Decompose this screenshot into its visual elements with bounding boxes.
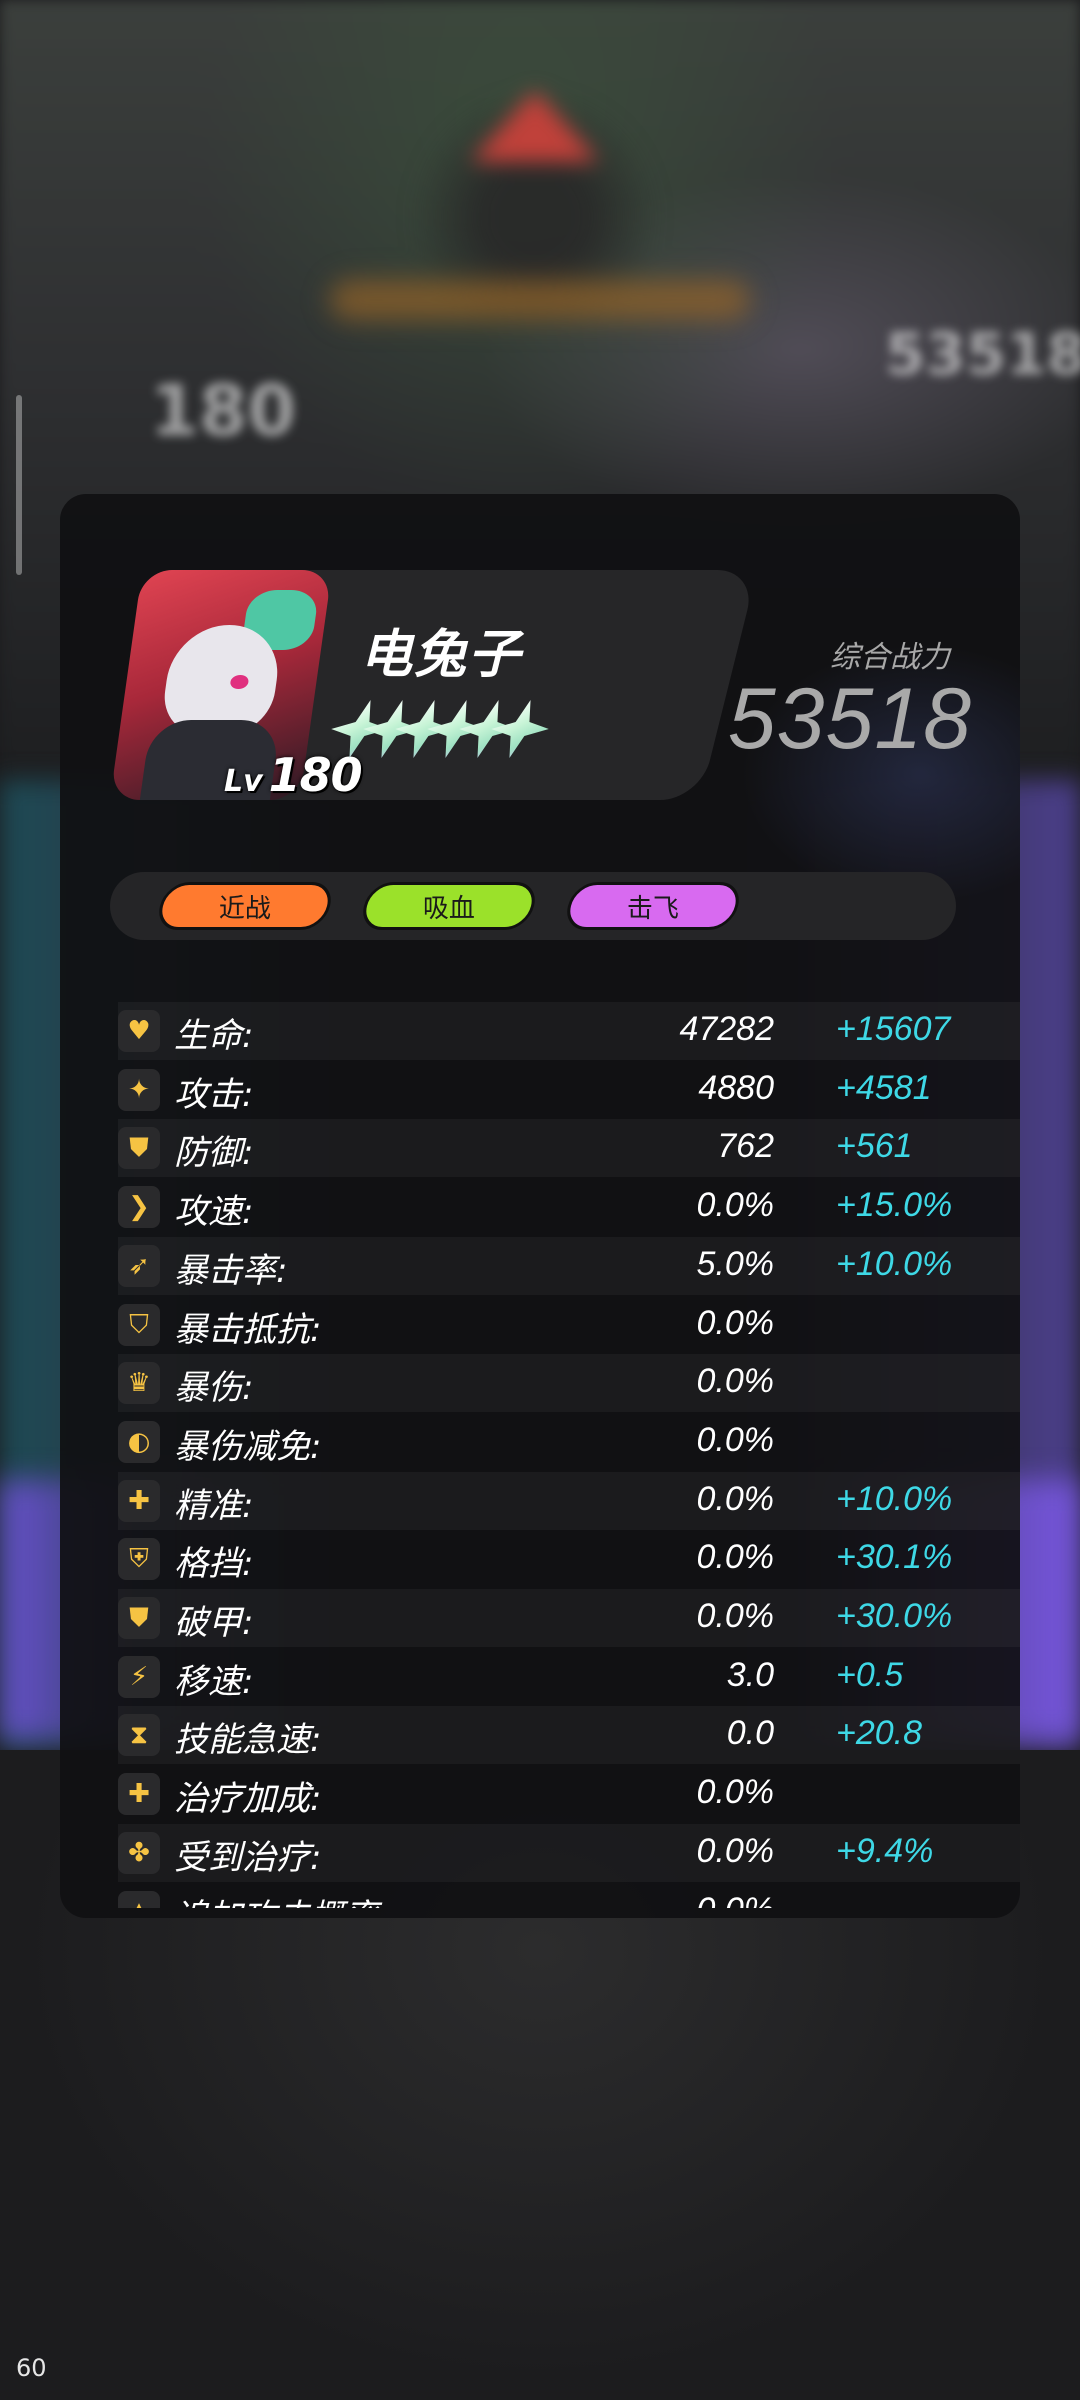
stat-label: 治疗加成: <box>174 1779 322 1819</box>
stat-row: ⚡ 移速: 3.0 +0.5 <box>118 1648 1020 1706</box>
stat-row: ➶ 暴击率: 5.0% +10.0% <box>118 1237 1020 1295</box>
background-blurred-power: 53518 <box>885 320 1080 388</box>
lightning-icon: ⚡ <box>118 1656 160 1698</box>
sparkle-icon: ✦ <box>118 1069 160 1111</box>
stat-base-value: 0.0% <box>696 1773 775 1811</box>
stat-bonus-value: +4581 <box>836 1069 932 1107</box>
stat-base-value: 0.0% <box>696 1480 775 1518</box>
stat-label: 追加攻击概率: <box>174 1889 389 1908</box>
stat-label: 格挡: <box>174 1544 254 1584</box>
background-blurred-number: 180 <box>150 370 297 452</box>
stat-row: ⛨ 格挡: 0.0% +30.1% <box>118 1530 1020 1588</box>
stat-label: 攻速: <box>174 1192 254 1232</box>
hero-star-rating <box>346 700 538 758</box>
crosshair-icon: ✚ <box>118 1480 160 1522</box>
stat-base-value: 4880 <box>698 1069 774 1107</box>
stat-base-value: 0.0% <box>696 1538 775 1576</box>
hero-level: Lv 180 <box>224 748 363 802</box>
stat-base-value: 5.0% <box>696 1245 775 1283</box>
portrait-hair <box>158 625 285 735</box>
stat-label: 技能急速: <box>174 1720 322 1760</box>
stat-label: 暴击抵抗: <box>174 1310 322 1350</box>
half-shield-icon: ◐ <box>118 1421 160 1463</box>
stat-bonus-value: +9.4% <box>836 1832 934 1870</box>
background-scrollbar <box>16 395 22 575</box>
stat-label: 攻击: <box>174 1075 254 1115</box>
tag-label: 近战 <box>218 893 271 924</box>
stat-row: ❯ 攻速: 0.0% +15.0% <box>118 1178 1020 1236</box>
stat-row: ⛉ 暴击抵抗: 0.0% <box>118 1296 1020 1354</box>
stat-bonus-value: +30.1% <box>836 1538 953 1576</box>
stat-row: ▲ 追加攻击概率: 0.0% <box>118 1883 1020 1908</box>
stat-label: 移速: <box>174 1662 254 1702</box>
stat-base-value: 0.0% <box>696 1304 775 1342</box>
stat-base-value: 0.0% <box>696 1832 775 1870</box>
level-prefix: Lv <box>224 764 263 799</box>
stat-bonus-value: +30.0% <box>836 1597 953 1635</box>
broken-shield-icon: ⛊ <box>118 1597 160 1639</box>
shield-outline-icon: ⛉ <box>118 1304 160 1346</box>
fps-counter: 60 <box>16 2354 47 2382</box>
feather-icon: ➶ <box>118 1245 160 1287</box>
stat-bonus-value: +10.0% <box>836 1480 953 1518</box>
block-shield-icon: ⛨ <box>118 1538 160 1580</box>
stat-row: ⛊ 破甲: 0.0% +30.0% <box>118 1589 1020 1647</box>
stat-bonus-value: +0.5 <box>836 1656 904 1694</box>
tag-label: 击飞 <box>626 893 679 924</box>
tag-label: 吸血 <box>422 893 475 924</box>
stat-row: ✚ 治疗加成: 0.0% <box>118 1765 1020 1823</box>
stat-label: 生命: <box>174 1016 254 1056</box>
cross-icon: ✚ <box>118 1773 160 1815</box>
stat-base-value: 0.0% <box>696 1597 775 1635</box>
stat-base-value: 0.0% <box>696 1186 775 1224</box>
stat-label: 精准: <box>174 1486 254 1526</box>
stat-base-value: 0.0 <box>726 1714 774 1752</box>
hero-name: 电兔子 <box>360 625 523 685</box>
heart-icon: ♥ <box>118 1010 160 1052</box>
stat-label: 受到治疗: <box>174 1838 322 1878</box>
stat-base-value: 762 <box>717 1127 774 1165</box>
stat-label: 防御: <box>174 1133 254 1173</box>
stat-base-value: 47282 <box>679 1010 774 1048</box>
stat-base-value: 3.0 <box>726 1656 774 1694</box>
stat-row: ⧗ 技能急速: 0.0 +20.8 <box>118 1706 1020 1764</box>
stat-bonus-value: +20.8 <box>836 1714 923 1752</box>
background-emblem <box>410 90 660 320</box>
hourglass-icon: ⧗ <box>118 1714 160 1756</box>
stats-list[interactable]: ♥ 生命: 47282 +15607 ✦ 攻击: 4880 +4581 ⛊ 防御: 762 +561 ❯… <box>118 1002 1020 1908</box>
stat-label: 暴伤减免: <box>174 1427 322 1467</box>
shield-icon: ⛊ <box>118 1127 160 1169</box>
stat-row: ✚ 精准: 0.0% +10.0% <box>118 1472 1020 1530</box>
clover-icon: ✤ <box>118 1832 160 1874</box>
stat-bonus-value: +561 <box>836 1127 913 1165</box>
stat-label: 暴击率: <box>174 1251 288 1291</box>
tag-knockup[interactable]: 击飞 <box>562 882 744 930</box>
stat-base-value: 0.0% <box>697 1891 775 1908</box>
chevron-right-icon: ❯ <box>118 1186 160 1228</box>
stat-row: ⛊ 防御: 762 +561 <box>118 1119 1020 1177</box>
stat-label: 破甲: <box>174 1603 254 1643</box>
crown-icon: ♛ <box>118 1362 160 1404</box>
up-arrow-icon: ▲ <box>118 1891 160 1908</box>
tag-lifesteal[interactable]: 吸血 <box>358 882 540 930</box>
hero-tag-bar: 近战 吸血 击飞 <box>110 872 956 940</box>
stat-bonus-value: +10.0% <box>836 1245 953 1283</box>
stat-row: ✤ 受到治疗: 0.0% +9.4% <box>118 1824 1020 1882</box>
power-value: 53518 <box>727 671 972 767</box>
tag-melee[interactable]: 近战 <box>154 882 336 930</box>
hero-stats-panel[interactable]: Lv 180 电兔子 综合战力 53518 近战 吸血 击飞 ♥ 生命: 47282… <box>60 494 1020 1918</box>
stat-base-value: 0.0% <box>696 1362 775 1400</box>
stat-row: ✦ 攻击: 4880 +4581 <box>118 1061 1020 1119</box>
stat-base-value: 0.0% <box>696 1421 775 1459</box>
stat-bonus-value: +15607 <box>836 1010 951 1048</box>
stat-row: ♥ 生命: 47282 +15607 <box>118 1002 1020 1060</box>
stat-bonus-value: +15.0% <box>836 1186 953 1224</box>
stat-label: 暴伤: <box>174 1368 254 1408</box>
stat-row: ♛ 暴伤: 0.0% <box>118 1354 1020 1412</box>
stat-row: ◐ 暴伤减免: 0.0% <box>118 1413 1020 1471</box>
